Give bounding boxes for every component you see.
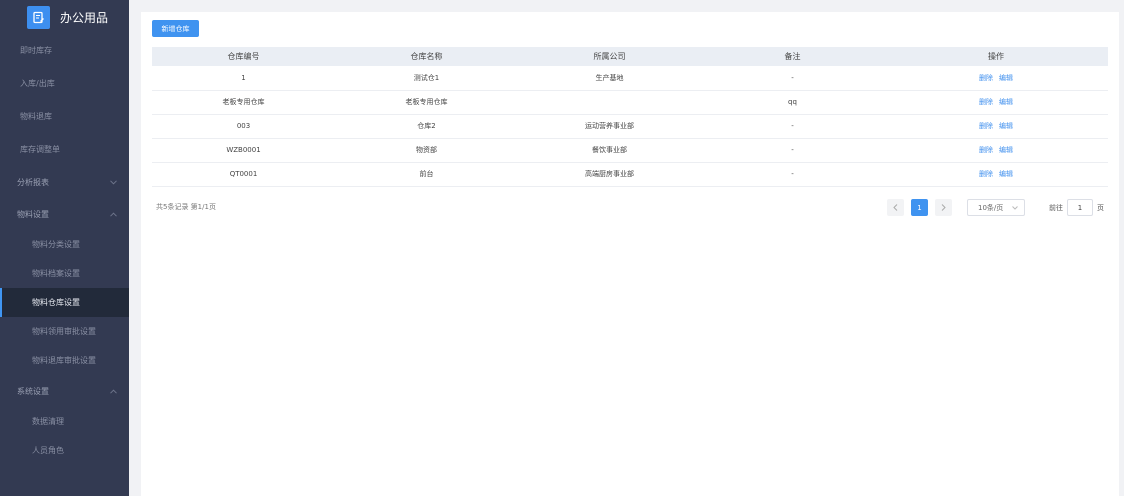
app-title: 办公用品 bbox=[60, 10, 109, 25]
record-summary: 共5条记录 第1/1页 bbox=[156, 203, 216, 211]
table-row: 003 仓库2 运动营养事业部 - 删除 编辑 bbox=[152, 114, 1108, 138]
chevron-right-icon bbox=[941, 204, 946, 211]
edit-link[interactable]: 编辑 bbox=[999, 122, 1013, 130]
submenu-label: 物料领用审批设置 bbox=[32, 327, 96, 336]
main-panel: 新增仓库 仓库编号 仓库名称 所属公司 备注 操作 1 测试仓1 生产基地 - … bbox=[141, 12, 1119, 496]
chevron-up-icon bbox=[109, 387, 117, 395]
column-header: 所属公司 bbox=[593, 52, 626, 61]
cell-company: 高端厨房事业部 bbox=[585, 170, 634, 178]
cell-name: 前台 bbox=[419, 170, 434, 178]
page-size-value: 10条/页 bbox=[978, 203, 1004, 212]
pagination: 1 10条/页 前往 页 bbox=[887, 199, 1104, 216]
sidebar-group-system-settings[interactable]: 系统设置 bbox=[0, 375, 129, 407]
add-warehouse-button[interactable]: 新增仓库 bbox=[152, 20, 199, 37]
edit-link[interactable]: 编辑 bbox=[999, 170, 1013, 178]
submenu-label: 物料分类设置 bbox=[32, 240, 80, 249]
sidebar-group-label: 分析报表 bbox=[17, 177, 49, 187]
submenu-label: 物料仓库设置 bbox=[32, 298, 80, 307]
cell-code: WZB0001 bbox=[226, 146, 261, 154]
delete-link[interactable]: 删除 bbox=[979, 98, 993, 106]
submenu-label: 物料档案设置 bbox=[32, 269, 80, 278]
cell-actions: 删除 编辑 bbox=[884, 90, 1108, 114]
sidebar-item-material-archive[interactable]: 物料档案设置 bbox=[0, 259, 129, 288]
cell-code: 1 bbox=[241, 73, 246, 82]
table-row: 1 测试仓1 生产基地 - 删除 编辑 bbox=[152, 66, 1108, 90]
cell-name: 老板专用仓库 bbox=[405, 98, 448, 106]
sidebar-item-label: 即时库存 bbox=[20, 46, 52, 55]
delete-link[interactable]: 删除 bbox=[979, 122, 993, 130]
brand[interactable]: 办公用品 bbox=[0, 0, 129, 34]
cell-code: 老板专用仓库 bbox=[222, 98, 265, 106]
sidebar-item-material-category[interactable]: 物料分类设置 bbox=[0, 230, 129, 259]
goto-page: 前往 页 bbox=[1049, 199, 1104, 216]
sidebar-item-material-return[interactable]: 物料退库 bbox=[0, 100, 129, 133]
sidebar-group-material-settings[interactable]: 物料设置 bbox=[0, 198, 129, 230]
submenu-label: 人员角色 bbox=[32, 446, 64, 455]
cell-actions: 删除 编辑 bbox=[884, 138, 1108, 162]
sidebar-item-instant-stock[interactable]: 即时库存 bbox=[0, 34, 129, 67]
cell-code: QT0001 bbox=[229, 170, 258, 178]
chevron-down-icon bbox=[1012, 205, 1018, 210]
submenu-label: 数据清理 bbox=[32, 417, 64, 426]
sidebar-item-label: 库存调整单 bbox=[20, 145, 60, 154]
page-number-current[interactable]: 1 bbox=[911, 199, 928, 216]
cell-name: 仓库2 bbox=[417, 122, 436, 130]
table-row: WZB0001 物资部 餐饮事业部 - 删除 编辑 bbox=[152, 138, 1108, 162]
goto-prefix: 前往 bbox=[1049, 203, 1063, 212]
warehouse-table: 仓库编号 仓库名称 所属公司 备注 操作 1 测试仓1 生产基地 - 删除 编辑 … bbox=[152, 47, 1108, 187]
cell-actions: 删除 编辑 bbox=[884, 66, 1108, 90]
column-header: 操作 bbox=[988, 52, 1004, 61]
cell-remark: - bbox=[791, 146, 794, 154]
sidebar: 办公用品 即时库存 入库/出库 物料退库 库存调整单 分析报表 物料设置 物料分… bbox=[0, 0, 129, 496]
column-header: 备注 bbox=[784, 52, 801, 61]
sidebar-menu: 即时库存 入库/出库 物料退库 库存调整单 分析报表 物料设置 物料分类设置 物… bbox=[0, 34, 129, 465]
sidebar-item-material-warehouse[interactable]: 物料仓库设置 bbox=[0, 288, 129, 317]
sidebar-item-material-return-approval[interactable]: 物料退库审批设置 bbox=[0, 346, 129, 375]
edit-link[interactable]: 编辑 bbox=[999, 74, 1013, 82]
table-row: 老板专用仓库 老板专用仓库 qq 删除 编辑 bbox=[152, 90, 1108, 114]
cell-company bbox=[518, 90, 701, 114]
delete-link[interactable]: 删除 bbox=[979, 74, 993, 82]
sidebar-item-material-requisition-approval[interactable]: 物料领用审批设置 bbox=[0, 317, 129, 346]
submenu-label: 物料退库审批设置 bbox=[32, 356, 96, 365]
cell-company: 运动营养事业部 bbox=[585, 122, 634, 130]
chevron-up-icon bbox=[109, 210, 117, 218]
table-row: QT0001 前台 高端厨房事业部 - 删除 编辑 bbox=[152, 162, 1108, 186]
cell-remark: - bbox=[791, 170, 794, 178]
table-header-row: 仓库编号 仓库名称 所属公司 备注 操作 bbox=[152, 47, 1108, 66]
column-header: 仓库编号 bbox=[227, 52, 260, 61]
cell-code: 003 bbox=[236, 122, 251, 130]
sidebar-group-label: 系统设置 bbox=[17, 386, 49, 396]
next-page-button[interactable] bbox=[935, 199, 952, 216]
sidebar-item-label: 物料退库 bbox=[20, 112, 52, 121]
chevron-down-icon bbox=[109, 178, 117, 186]
sidebar-group-reports[interactable]: 分析报表 bbox=[0, 166, 129, 198]
delete-link[interactable]: 删除 bbox=[979, 146, 993, 154]
cell-remark: - bbox=[791, 122, 794, 130]
note-edit-icon bbox=[27, 5, 50, 29]
goto-page-input[interactable] bbox=[1067, 199, 1093, 216]
sidebar-item-stock-adjust[interactable]: 库存调整单 bbox=[0, 133, 129, 166]
cell-company: 餐饮事业部 bbox=[592, 146, 627, 154]
delete-link[interactable]: 删除 bbox=[979, 170, 993, 178]
page-size-select[interactable]: 10条/页 bbox=[967, 199, 1025, 216]
sidebar-item-personnel-roles[interactable]: 人员角色 bbox=[0, 436, 129, 465]
cell-actions: 删除 编辑 bbox=[884, 114, 1108, 138]
edit-link[interactable]: 编辑 bbox=[999, 98, 1013, 106]
cell-remark: qq bbox=[788, 98, 797, 106]
prev-page-button[interactable] bbox=[887, 199, 904, 216]
cell-company: 生产基地 bbox=[595, 73, 624, 82]
sidebar-item-data-cleanup[interactable]: 数据清理 bbox=[0, 407, 129, 436]
goto-suffix: 页 bbox=[1097, 203, 1104, 212]
sidebar-item-label: 入库/出库 bbox=[20, 79, 55, 88]
edit-link[interactable]: 编辑 bbox=[999, 146, 1013, 154]
cell-name: 测试仓1 bbox=[413, 73, 440, 82]
sidebar-item-in-out[interactable]: 入库/出库 bbox=[0, 67, 129, 100]
cell-remark: - bbox=[791, 73, 794, 82]
cell-actions: 删除 编辑 bbox=[884, 162, 1108, 186]
sidebar-group-label: 物料设置 bbox=[17, 209, 49, 219]
column-header: 仓库名称 bbox=[410, 52, 443, 61]
chevron-left-icon bbox=[893, 204, 898, 211]
cell-name: 物资部 bbox=[416, 146, 437, 154]
